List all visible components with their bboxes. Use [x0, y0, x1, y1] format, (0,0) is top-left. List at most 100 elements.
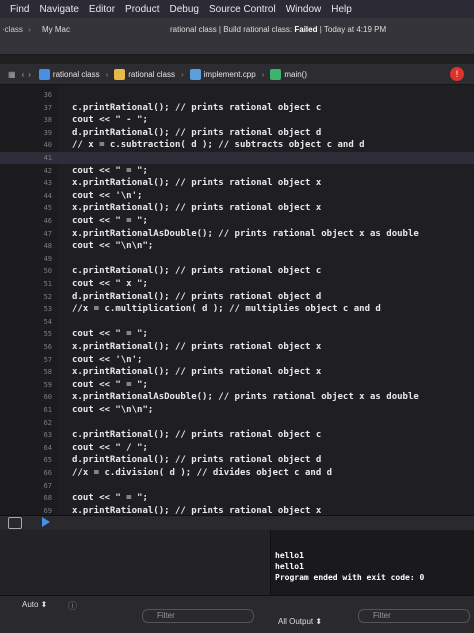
code-line[interactable]: 46 cout << " = ";	[0, 215, 474, 227]
menu-item[interactable]: Source Control	[209, 4, 276, 15]
scheme-selector[interactable]: ·class	[2, 25, 23, 34]
code-line[interactable]: 39 d.printRational(); // prints rational …	[0, 127, 474, 139]
menu-item[interactable]: Find	[10, 4, 29, 15]
code-line[interactable]: 57 cout << '\n';	[0, 354, 474, 366]
code-text: cout << " / ";	[72, 442, 148, 453]
code-line[interactable]: 66 //x = c.division( d ); // divides obje…	[0, 467, 474, 479]
menu-item[interactable]: Editor	[89, 4, 115, 15]
chevron-right-icon: ›	[28, 25, 31, 34]
forward-icon[interactable]: ›	[28, 70, 31, 79]
line-number: 47	[43, 229, 52, 238]
line-number: 65	[43, 456, 52, 465]
back-icon[interactable]: ‹	[22, 70, 25, 79]
line-number: 36	[43, 91, 52, 99]
code-line[interactable]: 60 x.printRationalAsDouble(); // prints r…	[0, 391, 474, 403]
line-number: 63	[43, 431, 52, 440]
line-number: 61	[43, 406, 52, 414]
status-suffix: | Today at 4:19 PM	[317, 25, 387, 34]
console-line: hello1	[275, 551, 304, 560]
code-line[interactable]: 47 x.printRationalAsDouble(); // prints r…	[0, 228, 474, 240]
code-line[interactable]: 55 cout << " = ";	[0, 328, 474, 340]
code-line[interactable]: 54	[0, 316, 474, 328]
code-text: x.printRational(); // prints rational ob…	[72, 178, 322, 189]
line-number: 60	[43, 393, 52, 402]
menu-item[interactable]: Debug	[170, 4, 199, 15]
code-line[interactable]: 67	[0, 480, 474, 492]
crumb-folder[interactable]: rational class	[114, 68, 175, 80]
code-line[interactable]: 49	[0, 253, 474, 265]
code-text: cout << " x ";	[72, 279, 148, 289]
code-line[interactable]: 62	[0, 417, 474, 429]
line-number: 64	[43, 443, 52, 452]
code-line[interactable]: 36	[0, 89, 474, 101]
code-text: //x = c.multiplication( d ); // multipli…	[72, 304, 381, 315]
code-text: // x = c.subtraction( d ); // subtracts …	[72, 140, 365, 151]
code-text: d.printRational(); // prints rational ob…	[72, 455, 322, 466]
code-line[interactable]: 65 d.printRational(); // prints rational …	[0, 454, 474, 466]
menu-item[interactable]: Navigate	[39, 4, 78, 15]
code-line[interactable]: 63 c.printRational(); // prints rational …	[0, 429, 474, 441]
code-line[interactable]: 52 d.printRational(); // prints rational …	[0, 291, 474, 303]
code-line[interactable]: 59 cout << " = ";	[0, 379, 474, 391]
line-number: 62	[43, 418, 52, 427]
code-line[interactable]: 64 cout << " / ";	[0, 442, 474, 454]
project-icon	[38, 68, 50, 80]
folder-icon	[114, 68, 126, 80]
crumb-project[interactable]: rational class	[38, 68, 100, 80]
crumb-file[interactable]: implement.cpp	[189, 68, 256, 80]
line-number: 49	[43, 254, 52, 263]
code-line[interactable]: 61 cout << "\n\n";	[0, 404, 474, 416]
error-badge[interactable]: !	[450, 67, 464, 81]
line-number: 39	[43, 128, 52, 137]
run-destination[interactable]: My Mac	[42, 25, 70, 34]
continue-icon[interactable]	[42, 517, 50, 527]
line-number: 41	[43, 154, 52, 162]
code-line[interactable]: 41	[0, 152, 474, 164]
code-line[interactable]: 51 cout << " x ";	[0, 278, 474, 290]
status-prefix: rational class | Build rational class:	[170, 25, 295, 34]
debug-bar	[0, 515, 474, 530]
console-filter-input[interactable]: Filter	[358, 609, 470, 623]
crumb-function[interactable]: main()	[270, 68, 307, 80]
code-line[interactable]: 40 // x = c.subtraction( d ); // subtract…	[0, 139, 474, 151]
code-editor[interactable]: 36 37 c.printRational(); // prints rationa…	[0, 85, 474, 528]
code-line[interactable]: 56 x.printRational(); // prints rational …	[0, 341, 474, 353]
line-number: 68	[43, 494, 52, 503]
code-line[interactable]: 38 cout << " - ";	[0, 114, 474, 126]
menu-item[interactable]: Product	[125, 4, 159, 15]
line-number: 53	[43, 305, 52, 314]
info-icon[interactable]: ⓘ	[68, 599, 77, 612]
console-output-select[interactable]: All Output ⬍	[278, 617, 322, 626]
related-items-icon[interactable]: ▦	[8, 70, 16, 79]
line-number: 56	[43, 343, 52, 351]
code-text: x.printRational(); // prints rational ob…	[72, 367, 322, 378]
code-line[interactable]: 44 cout << '\n';	[0, 190, 474, 202]
code-text: x.printRational(); // prints rational ob…	[72, 203, 322, 214]
line-number: 38	[43, 116, 52, 125]
code-text: x.printRationalAsDouble(); // prints rat…	[72, 228, 419, 239]
menu-item[interactable]: Window	[286, 4, 322, 15]
code-line[interactable]: 53 //x = c.multiplication( d ); // multip…	[0, 303, 474, 315]
line-number: 43	[43, 179, 52, 188]
variables-filter-input[interactable]: Filter	[142, 609, 254, 623]
menu-item[interactable]: Help	[331, 4, 352, 15]
line-number: 55	[43, 330, 52, 339]
code-line[interactable]: 58 x.printRational(); // prints rational …	[0, 366, 474, 378]
code-line[interactable]: 48 cout << "\n\n";	[0, 240, 474, 252]
console-line: hello1	[275, 562, 304, 571]
cpp-file-icon	[189, 68, 201, 80]
code-line[interactable]: 50 c.printRational(); // prints rational …	[0, 265, 474, 277]
variables-scope-select[interactable]: Auto ⬍	[22, 600, 47, 609]
code-line[interactable]: 45 x.printRational(); // prints rational …	[0, 202, 474, 214]
code-line[interactable]: 37 c.printRational(); // prints rational …	[0, 102, 474, 114]
code-text: c.printRational(); // prints rational ob…	[72, 430, 322, 441]
status-result: Failed	[294, 25, 318, 34]
line-number: 37	[43, 103, 52, 112]
code-text: cout << " - ";	[72, 115, 148, 126]
code-line[interactable]: 43 x.printRational(); // prints rational …	[0, 177, 474, 189]
hide-debug-area-icon[interactable]	[8, 517, 22, 529]
code-line[interactable]: 68 cout << " = ";	[0, 492, 474, 504]
crumb-separator: ›	[261, 69, 265, 79]
code-line[interactable]: 42 cout << " = ";	[0, 165, 474, 177]
menu-bar: Find Navigate Editor Product Debug Source Con…	[0, 0, 474, 18]
